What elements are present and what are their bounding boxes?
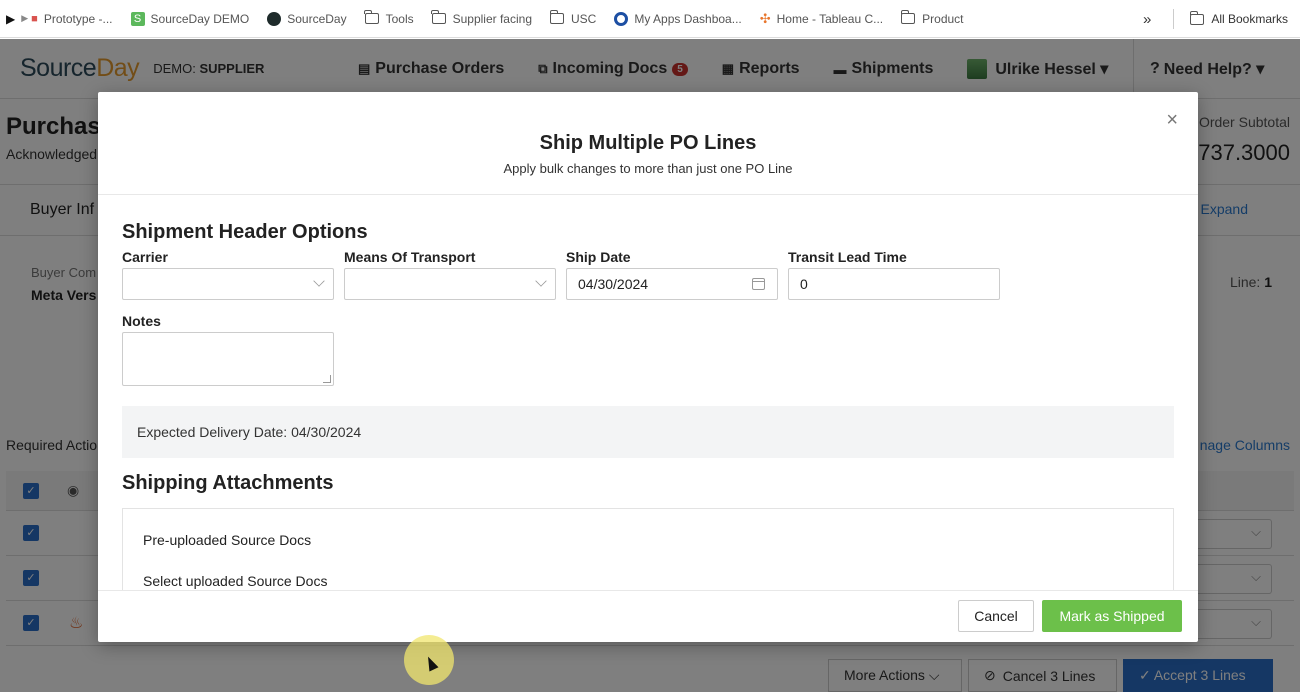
chevron-down-icon <box>313 275 325 287</box>
carrier-label: Carrier <box>122 249 168 265</box>
modal-subtitle: Apply bulk changes to more than just one… <box>503 161 793 176</box>
carrier-select[interactable] <box>122 268 334 300</box>
transit-lead-time-input[interactable]: 0 <box>788 268 1000 300</box>
bookmark-label: Home - Tableau C... <box>776 11 884 26</box>
tableau-icon: ✣ <box>759 10 771 26</box>
bookmark-product[interactable]: Product <box>900 10 964 26</box>
ship-multiple-modal: Ship Multiple PO Lines Apply bulk change… <box>98 92 1198 642</box>
okta-icon <box>614 11 629 26</box>
bookmark-supplier-facing[interactable]: Supplier facing <box>431 10 532 26</box>
more-bookmarks-icon[interactable]: » <box>1143 11 1151 28</box>
bookmark-label: Tools <box>385 11 414 26</box>
ship-date-label: Ship Date <box>566 249 631 265</box>
means-of-transport-label: Means Of Transport <box>344 249 476 265</box>
transit-lead-time-label: Transit Lead Time <box>788 249 907 265</box>
close-icon[interactable]: × <box>1166 109 1178 132</box>
preuploaded-docs-label: Pre-uploaded Source Docs <box>143 532 312 548</box>
transit-lead-time-value: 0 <box>800 276 808 292</box>
shipping-attachments-title: Shipping Attachments <box>122 472 334 494</box>
all-bookmarks[interactable]: All Bookmarks <box>1211 12 1288 26</box>
select-uploaded-docs[interactable]: Select uploaded Source Docs <box>143 573 327 589</box>
shipment-header-title: Shipment Header Options <box>122 221 368 243</box>
sourceday-circle-icon <box>267 11 282 26</box>
bookmark-label: Prototype -... <box>43 11 113 26</box>
chevron-down-icon <box>535 275 547 287</box>
play-small-icon: ▶ <box>21 13 29 23</box>
bookmark-label: USC <box>571 11 597 26</box>
bookmark-my-apps[interactable]: My Apps Dashboa... <box>614 11 742 26</box>
bookmark-prototype[interactable]: ▶ ▶ ■ Prototype -... <box>6 12 113 26</box>
bookmark-tools[interactable]: Tools <box>364 10 414 26</box>
attachments-panel: Pre-uploaded Source Docs Select uploaded… <box>122 508 1174 590</box>
notes-textarea[interactable] <box>122 332 334 386</box>
bookmark-label: Product <box>922 11 964 26</box>
calendar-icon[interactable] <box>752 278 765 290</box>
folder-icon <box>364 10 379 24</box>
expected-delivery-info: Expected Delivery Date: 04/30/2024 <box>122 406 1174 458</box>
notes-label: Notes <box>122 313 161 329</box>
folder-icon <box>900 10 916 24</box>
folder-icon <box>549 10 564 24</box>
modal-body: Shipment Header Options Carrier Means Of… <box>122 195 1174 590</box>
modal-footer: Cancel Mark as Shipped <box>98 590 1198 642</box>
cancel-button[interactable]: Cancel <box>958 600 1034 632</box>
sourceday-s-icon: S <box>130 11 145 26</box>
bookmark-tableau[interactable]: ✣ Home - Tableau C... <box>760 11 883 27</box>
bookmark-label: Supplier facing <box>452 11 532 26</box>
mark-as-shipped-button[interactable]: Mark as Shipped <box>1042 600 1182 632</box>
folder-icon <box>431 10 446 24</box>
folder-icon <box>1189 10 1205 25</box>
ship-date-value: 04/30/2024 <box>578 276 649 292</box>
modal-header: Ship Multiple PO Lines Apply bulk change… <box>98 92 1198 195</box>
bookmark-sourceday[interactable]: SourceDay <box>267 11 347 26</box>
bookmark-label: SourceDay DEMO <box>150 11 250 26</box>
ship-date-input[interactable]: 04/30/2024 <box>566 268 778 300</box>
means-of-transport-select[interactable] <box>344 268 556 300</box>
modal-title: Ship Multiple PO Lines <box>539 132 757 154</box>
bookmark-sourceday-demo[interactable]: S SourceDay DEMO <box>130 11 250 26</box>
play-icon: ▶ <box>6 11 16 26</box>
gift-icon: ■ <box>31 12 38 25</box>
bookmark-label: My Apps Dashboa... <box>634 11 742 26</box>
divider <box>1173 9 1175 29</box>
bookmarks-bar: ▶ ▶ ■ Prototype -... S SourceDay DEMO So… <box>0 0 1300 38</box>
bookmark-label: SourceDay <box>287 11 347 26</box>
bookmark-usc[interactable]: USC <box>549 10 597 26</box>
